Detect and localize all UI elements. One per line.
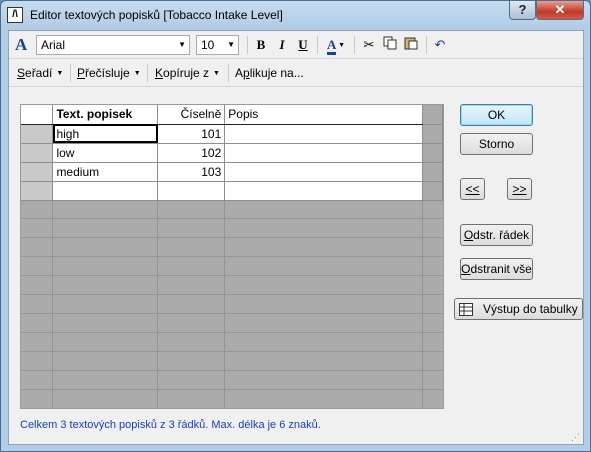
delete-row-button[interactable]: Odstr. řádek [460, 224, 533, 246]
corner-cell [21, 105, 54, 125]
description-cell[interactable] [224, 124, 423, 144]
sort-menu[interactable]: Seřadí ▼ [17, 66, 63, 80]
column-header-label[interactable]: Text. popisek [52, 105, 159, 125]
font-size-value: 10 [201, 38, 215, 52]
status-text: Celkem 3 textových popisků z 3 řádků. Ma… [20, 419, 321, 431]
table-header-row: Text. popisek Číselně Popis [21, 105, 444, 125]
row-filler [422, 181, 444, 201]
renumber-menu-label: řečísluje [85, 66, 130, 80]
toolbar-separator [317, 36, 318, 54]
copy-icon[interactable] [382, 36, 398, 54]
chevron-down-icon: ▼ [213, 70, 220, 77]
ok-button[interactable]: OK [460, 104, 533, 126]
resize-grip-icon[interactable]: ⋰ [571, 432, 581, 442]
delete-all-label: dstranit vše [470, 262, 532, 276]
previous-button[interactable]: << [460, 178, 485, 200]
renumber-menu-key: P [77, 66, 86, 80]
table-row[interactable]: low 102 [21, 143, 444, 163]
label-grid[interactable]: Text. popisek Číselně Popis high 101 low… [20, 104, 444, 409]
close-button[interactable]: ✕ [536, 1, 584, 20]
menu-toolbar: Seřadí ▼ Přečísluje ▼ Kopíruje z ▼ Aplikuje… [9, 60, 583, 87]
font-color-icon: A [326, 37, 337, 55]
row-header[interactable] [21, 162, 54, 182]
row-filler [422, 143, 444, 163]
apply-to-menu-key: p [243, 66, 250, 80]
toolbar-separator [247, 36, 248, 54]
table-row[interactable]: medium 103 [21, 162, 444, 182]
font-name-value: Arial [41, 38, 66, 52]
window-title: Editor textových popisků [Tobacco Intake… [30, 8, 283, 22]
label-cell[interactable]: medium [52, 162, 159, 182]
font-name-select[interactable]: Arial ▼ [36, 35, 190, 55]
dialog-window: /\ Editor textových popisků [Tobacco Int… [0, 0, 591, 452]
copy-from-menu[interactable]: Kopíruje z ▼ [155, 66, 220, 80]
copy-from-menu-label: opíruje z [163, 66, 210, 80]
app-icon: /\ [7, 7, 23, 23]
label-cell[interactable]: high [52, 124, 159, 144]
row-header[interactable] [21, 181, 54, 201]
toolbar-separator [70, 64, 71, 82]
row-header[interactable] [21, 143, 54, 163]
copy-from-menu-key: K [155, 66, 164, 80]
help-button[interactable]: ? [509, 1, 536, 20]
delete-row-label: dstr. řádek [473, 228, 530, 242]
toolbar-separator [228, 64, 229, 82]
apply-to-menu[interactable]: Aplikuje na... [235, 66, 304, 80]
description-cell[interactable] [224, 162, 423, 182]
value-cell[interactable]: 103 [157, 162, 226, 182]
value-cell[interactable]: 102 [157, 143, 226, 163]
font-icon: A [15, 35, 28, 54]
label-table: Text. popisek Číselně Popis high 101 low… [21, 105, 444, 201]
underline-button[interactable]: U [295, 36, 311, 54]
description-cell[interactable] [224, 181, 423, 201]
apply-to-menu-label: likuje na... [249, 66, 304, 80]
sort-menu-label: eřadí [25, 66, 53, 80]
cancel-button[interactable]: Storno [460, 133, 533, 155]
toolbar-separator [147, 64, 148, 82]
label-cell[interactable]: low [52, 143, 159, 163]
previous-label: << [465, 182, 480, 196]
row-filler [422, 124, 444, 144]
table-row-new[interactable] [21, 181, 444, 201]
format-toolbar: A Arial ▼ 10 ▼ B I U A ▼ ✂ ↶ [9, 31, 583, 59]
toolbar-separator [426, 36, 427, 54]
dialog-client: A Arial ▼ 10 ▼ B I U A ▼ ✂ ↶ Seřadí ▼ Př… [8, 30, 584, 445]
font-color-button[interactable]: A ▼ [323, 36, 349, 55]
row-header[interactable] [21, 124, 54, 144]
next-button[interactable]: >> [507, 178, 532, 200]
row-filler [422, 162, 444, 182]
column-header-description[interactable]: Popis [224, 105, 423, 125]
cut-icon[interactable]: ✂ [361, 36, 377, 54]
export-to-table-button[interactable]: Výstup do tabulky [454, 298, 583, 320]
label-cell[interactable] [52, 181, 159, 201]
description-cell[interactable] [224, 143, 423, 163]
header-filler [422, 105, 444, 125]
table-icon [459, 302, 473, 322]
table-row[interactable]: high 101 [21, 124, 444, 144]
renumber-menu[interactable]: Přečísluje ▼ [77, 66, 141, 80]
value-cell[interactable] [157, 181, 226, 201]
chevron-down-icon: ▼ [178, 40, 186, 49]
font-size-select[interactable]: 10 ▼ [196, 35, 239, 55]
bold-button[interactable]: B [253, 36, 269, 54]
chevron-down-icon: ▼ [56, 70, 64, 77]
paste-icon[interactable] [403, 36, 419, 54]
toolbar-separator [354, 36, 355, 54]
title-bar[interactable]: /\ Editor textových popisků [Tobacco Int… [1, 1, 590, 29]
export-label: Výstup do tabulky [483, 302, 578, 316]
delete-all-button[interactable]: Odstranit vše [460, 258, 533, 280]
chevron-down-icon: ▼ [336, 41, 346, 49]
italic-button[interactable]: I [274, 36, 290, 54]
undo-icon[interactable]: ↶ [432, 36, 448, 54]
chevron-down-icon: ▼ [227, 40, 235, 49]
next-label: >> [512, 182, 527, 196]
value-cell[interactable]: 101 [157, 124, 226, 144]
column-header-numeric[interactable]: Číselně [157, 105, 226, 125]
chevron-down-icon: ▼ [133, 70, 141, 77]
sort-menu-key: S [17, 66, 26, 80]
